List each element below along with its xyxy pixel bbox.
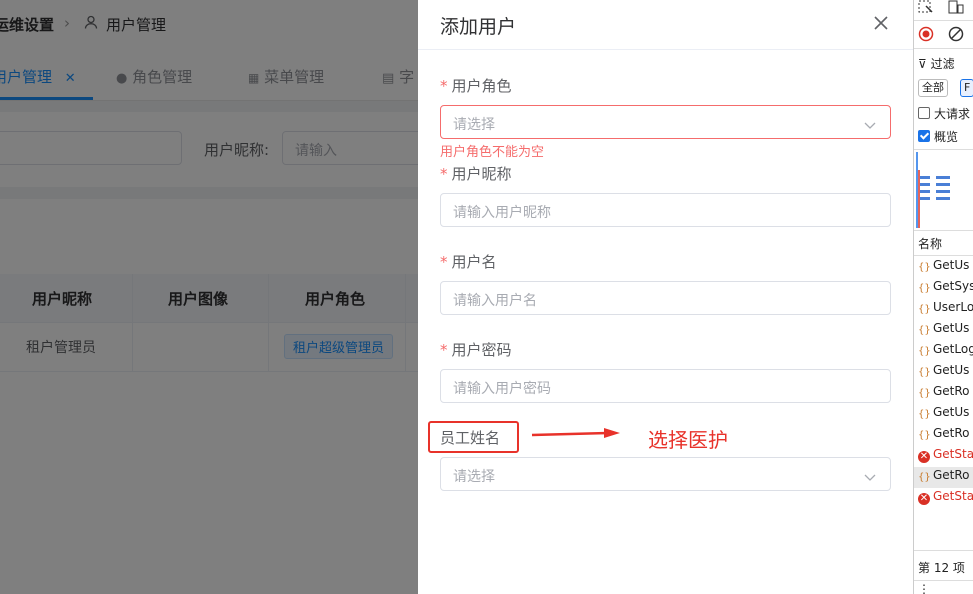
request-name: UserLo	[933, 300, 973, 314]
request-row[interactable]: {} GetRo	[918, 426, 970, 442]
nickname-input[interactable]: 请输入用户昵称	[440, 193, 891, 227]
required-mark: *	[440, 253, 448, 271]
chevron-down-icon	[864, 470, 876, 486]
element-picker-icon[interactable]	[918, 0, 934, 17]
request-name: GetUs	[933, 405, 970, 419]
request-name: GetRo	[933, 384, 970, 398]
employee-name-label: 员工姓名	[440, 429, 501, 447]
username-label: * 用户名	[440, 251, 497, 272]
big-requests-label: 大请求	[934, 107, 971, 121]
required-mark: *	[440, 165, 448, 183]
request-row[interactable]: {} GetRo	[918, 468, 970, 484]
request-name: GetLog	[933, 342, 973, 356]
error-icon: ✕	[918, 493, 930, 505]
placeholder: 请输入用户名	[453, 293, 537, 309]
device-toolbar-icon[interactable]	[948, 0, 964, 17]
filter-row[interactable]: ⊽ 过滤	[918, 55, 955, 72]
fetch-icon: {}	[918, 262, 931, 273]
password-label: * 用户密码	[440, 339, 512, 360]
username-label-text: 用户名	[451, 253, 497, 271]
chevron-down-icon	[864, 118, 876, 134]
request-row[interactable]: {} GetRo	[918, 384, 970, 400]
role-error-message: 用户角色不能为空	[440, 145, 545, 160]
fetch-icon: {}	[918, 472, 931, 483]
fetch-icon: {}	[918, 325, 931, 336]
close-icon[interactable]	[870, 12, 892, 34]
name-column-header: 名称	[918, 237, 943, 251]
record-icon[interactable]	[918, 26, 934, 45]
request-row[interactable]: {} GetUs	[918, 258, 969, 274]
overview-checkbox[interactable]: 概览	[918, 128, 958, 145]
placeholder: 请输入用户昵称	[453, 205, 551, 221]
employee-select[interactable]: 请选择	[440, 457, 891, 491]
all-filter-button[interactable]: 全部	[918, 79, 948, 97]
request-name: GetSta	[933, 489, 973, 503]
filter-label: 过滤	[930, 57, 955, 71]
role-select[interactable]: 请选择	[440, 105, 891, 139]
fetch-icon: {}	[918, 304, 931, 315]
clear-icon[interactable]	[948, 26, 964, 45]
request-row[interactable]: {} GetUs	[918, 405, 969, 421]
fetch-icon: {}	[918, 346, 931, 357]
overview-label: 概览	[934, 130, 959, 144]
request-name: GetRo	[933, 468, 970, 482]
fetch-icon: {}	[918, 367, 931, 378]
fetch-icon: {}	[918, 430, 931, 441]
fetch-icon: {}	[918, 409, 931, 420]
password-input[interactable]: 请输入用户密码	[440, 369, 891, 403]
error-icon: ✕	[918, 451, 930, 463]
checkbox-icon	[918, 107, 930, 119]
request-name: GetUs	[933, 321, 970, 335]
request-count-status: 第 12 项	[918, 561, 965, 575]
request-row[interactable]: {} GetLog	[918, 342, 973, 358]
request-row[interactable]: {} GetUs	[918, 321, 969, 337]
required-mark: *	[440, 77, 448, 95]
devtools-divider	[914, 48, 973, 49]
fetch-icon: {}	[918, 388, 931, 399]
role-label-text: 用户角色	[451, 77, 512, 95]
request-row[interactable]: ✕ GetSta	[918, 489, 973, 505]
request-row[interactable]: {} GetSys	[918, 279, 973, 295]
big-requests-checkbox[interactable]: 大请求	[918, 105, 970, 122]
overview-timeline	[916, 152, 950, 228]
devtools-divider	[914, 255, 973, 256]
request-name: GetSys	[933, 279, 973, 293]
placeholder: 请选择	[453, 469, 495, 485]
username-input[interactable]: 请输入用户名	[440, 281, 891, 315]
dialog-divider	[418, 49, 913, 50]
annotation-arrow-icon	[531, 428, 620, 438]
request-name: GetUs	[933, 363, 970, 377]
checkbox-checked-icon	[918, 130, 930, 142]
request-name: GetRo	[933, 426, 970, 440]
request-row[interactable]: ✕ GetSta	[918, 447, 973, 463]
devtools-divider	[914, 230, 973, 231]
devtools-divider	[914, 550, 973, 551]
annotation-text: 选择医护	[648, 428, 728, 452]
fetch-filter-button[interactable]: F	[960, 79, 973, 97]
password-label-text: 用户密码	[451, 341, 512, 359]
role-label: * 用户角色	[440, 75, 512, 96]
request-row[interactable]: {} UserLo	[918, 300, 973, 316]
request-name: GetSta	[933, 447, 973, 461]
nickname-label-text: 用户昵称	[451, 165, 512, 183]
placeholder: 请选择	[453, 117, 495, 133]
add-user-drawer: 添加用户 * 用户角色 请选择 用户角色不能为空 * 用户昵称 请输入用户昵称 * 用…	[418, 0, 913, 594]
request-row[interactable]: {} GetUs	[918, 363, 969, 379]
filter-icon: ⊽	[918, 57, 927, 71]
more-icon[interactable]: ⋮	[918, 582, 930, 594]
devtools-divider	[914, 580, 973, 581]
fetch-icon: {}	[918, 283, 931, 294]
request-name: GetUs	[933, 258, 970, 272]
devtools-divider	[914, 20, 973, 21]
nickname-label: * 用户昵称	[440, 163, 512, 184]
placeholder: 请输入用户密码	[453, 381, 551, 397]
required-mark: *	[440, 341, 448, 359]
devtools-panel: ⊽ 过滤 全部 F 大请求 概览 名称 {} GetUs{} GetSys{} Use…	[913, 0, 973, 594]
dialog-title: 添加用户	[440, 16, 517, 38]
